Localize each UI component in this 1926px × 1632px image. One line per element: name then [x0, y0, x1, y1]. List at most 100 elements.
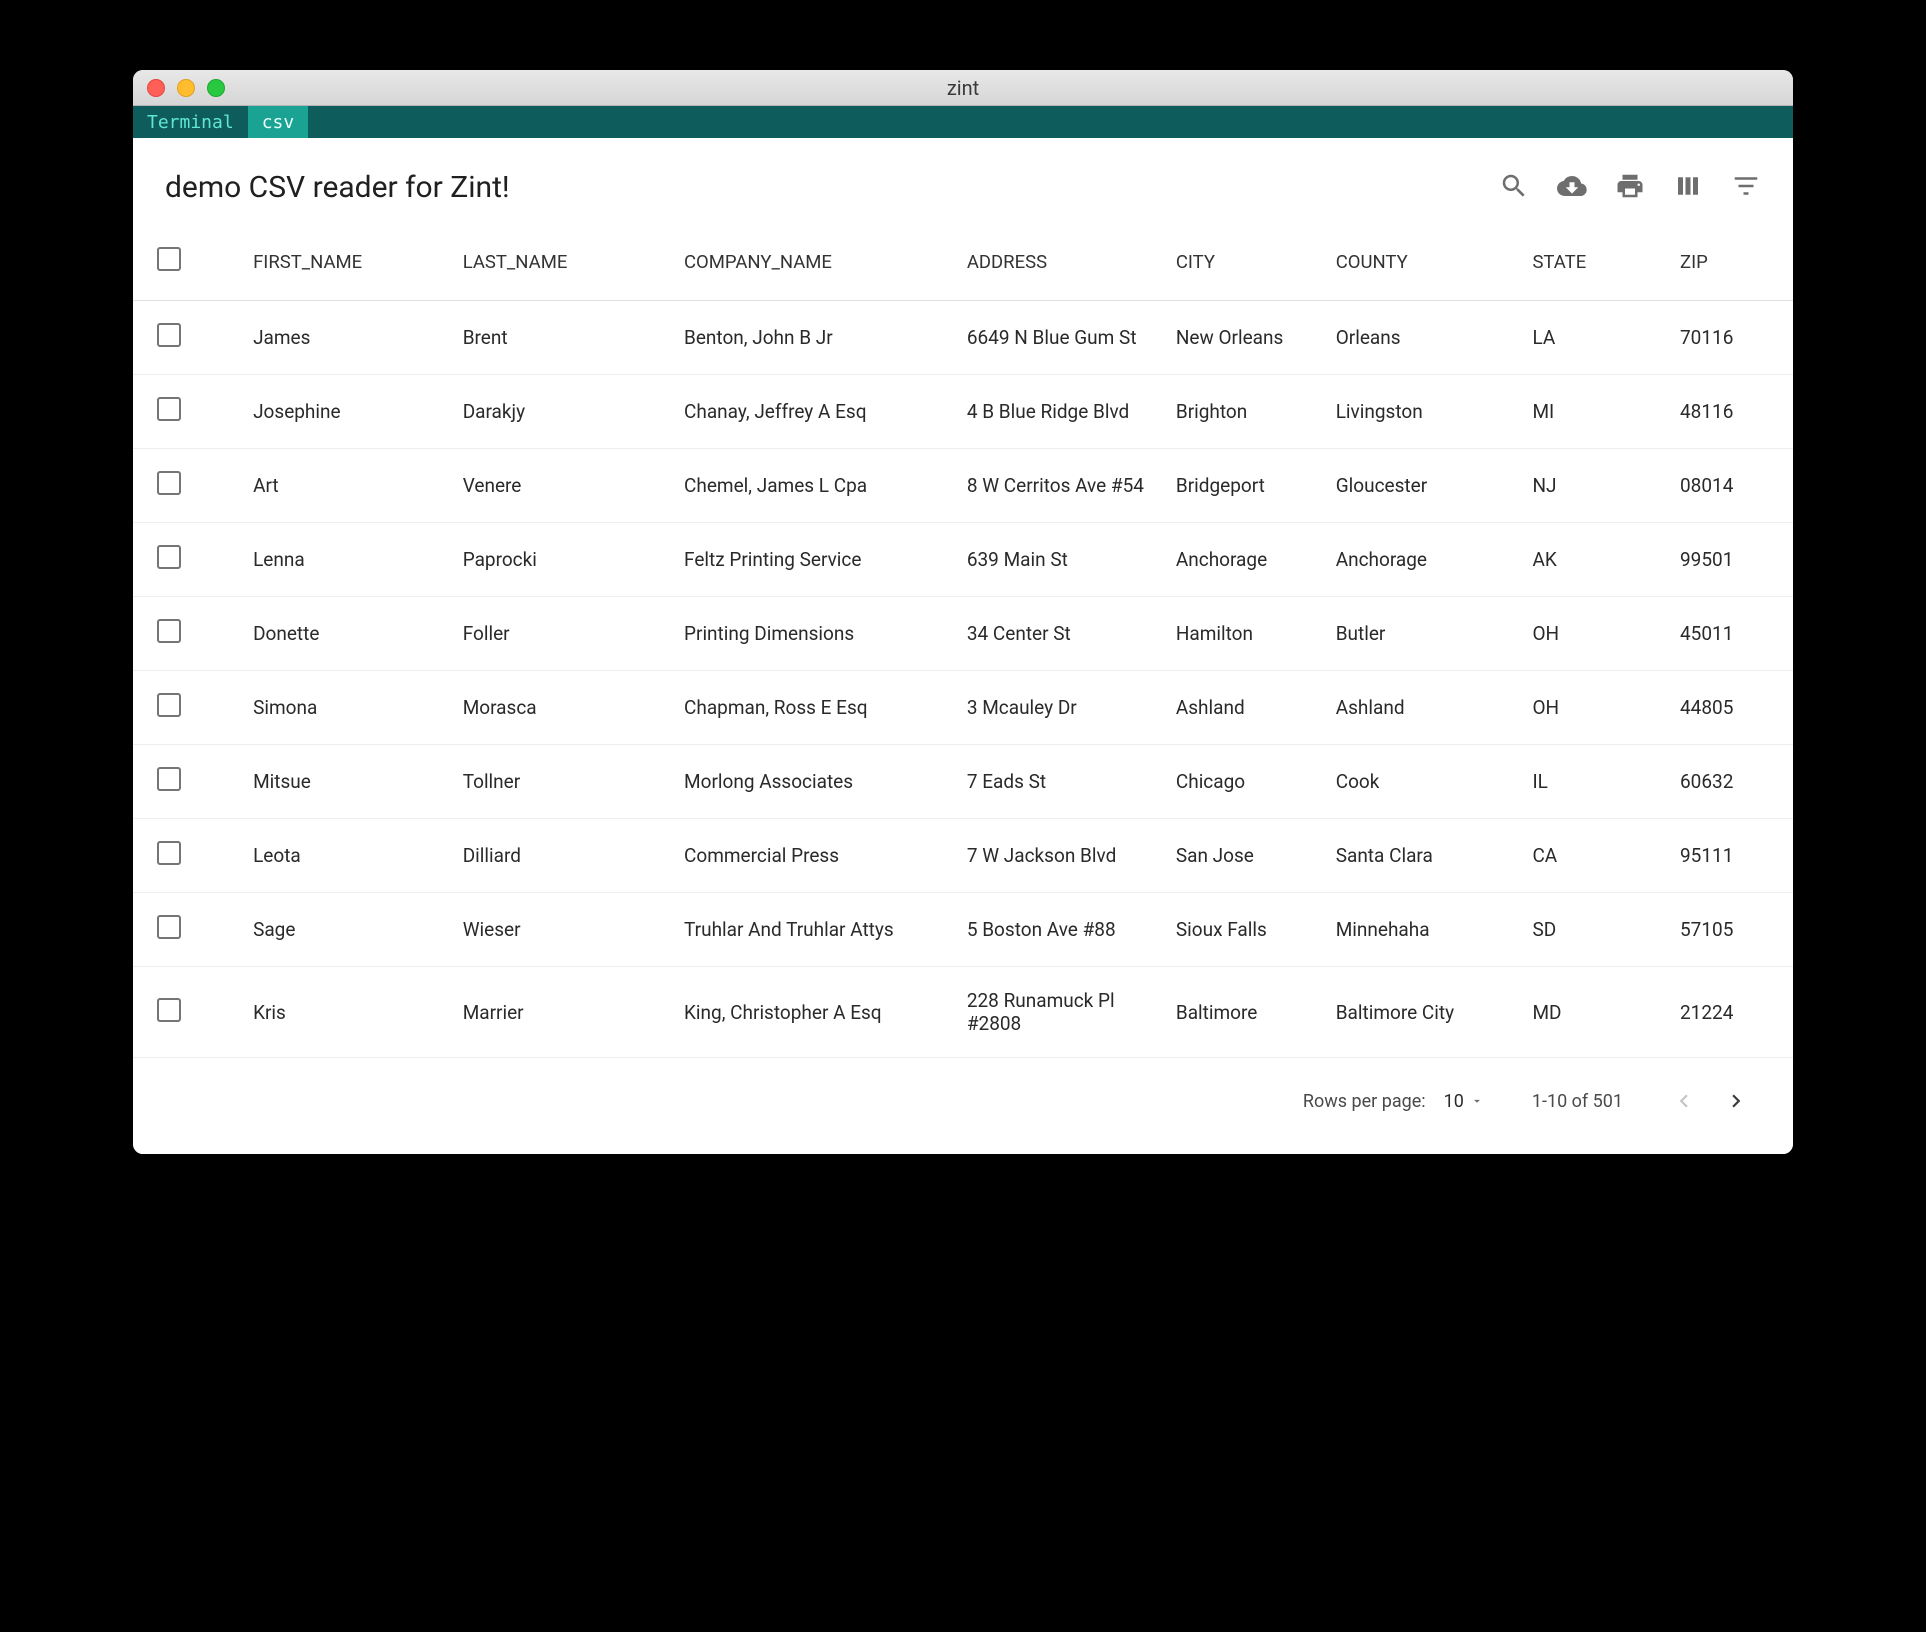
rows-per-page-value: 10: [1444, 1091, 1464, 1112]
cell-state: LA: [1522, 301, 1670, 375]
cell-address: 3 Mcauley Dr: [957, 671, 1166, 745]
cell-first-name: Mitsue: [219, 745, 453, 819]
col-header-zip[interactable]: ZIP: [1670, 229, 1793, 301]
print-icon[interactable]: [1615, 171, 1645, 205]
cell-zip: 99501: [1670, 523, 1793, 597]
cell-company-name: Morlong Associates: [674, 745, 957, 819]
cell-company-name: Commercial Press: [674, 819, 957, 893]
page-title: demo CSV reader for Zint!: [165, 170, 510, 205]
table-row: SageWieserTruhlar And Truhlar Attys5 Bos…: [133, 893, 1793, 967]
toolbar: demo CSV reader for Zint!: [133, 166, 1793, 229]
cell-last-name: Marrier: [453, 967, 674, 1058]
table-row: DonetteFollerPrinting Dimensions34 Cente…: [133, 597, 1793, 671]
cell-zip: 44805: [1670, 671, 1793, 745]
cell-county: Ashland: [1326, 671, 1523, 745]
columns-icon[interactable]: [1673, 171, 1703, 205]
cell-first-name: Donette: [219, 597, 453, 671]
table-row: ArtVenereChemel, James L Cpa8 W Cerritos…: [133, 449, 1793, 523]
col-header-address[interactable]: ADDRESS: [957, 229, 1166, 301]
cell-county: Anchorage: [1326, 523, 1523, 597]
cell-city: Anchorage: [1166, 523, 1326, 597]
cell-zip: 95111: [1670, 819, 1793, 893]
cell-company-name: Benton, John B Jr: [674, 301, 957, 375]
table-row: KrisMarrierKing, Christopher A Esq228 Ru…: [133, 967, 1793, 1058]
cell-last-name: Venere: [453, 449, 674, 523]
cell-city: Chicago: [1166, 745, 1326, 819]
prev-page-button[interactable]: [1671, 1088, 1697, 1114]
table-row: MitsueTollnerMorlong Associates7 Eads St…: [133, 745, 1793, 819]
cell-last-name: Brent: [453, 301, 674, 375]
select-all-checkbox[interactable]: [157, 247, 181, 271]
cell-county: Minnehaha: [1326, 893, 1523, 967]
cell-first-name: James: [219, 301, 453, 375]
cell-county: Gloucester: [1326, 449, 1523, 523]
cell-state: SD: [1522, 893, 1670, 967]
close-window-button[interactable]: [147, 79, 165, 97]
cell-city: San Jose: [1166, 819, 1326, 893]
row-checkbox[interactable]: [157, 619, 181, 643]
cell-city: Brighton: [1166, 375, 1326, 449]
tab-bar: Terminal csv: [133, 106, 1793, 138]
cell-zip: 08014: [1670, 449, 1793, 523]
table-row: JosephineDarakjyChanay, Jeffrey A Esq4 B…: [133, 375, 1793, 449]
cell-county: Baltimore City: [1326, 967, 1523, 1058]
cell-last-name: Tollner: [453, 745, 674, 819]
minimize-window-button[interactable]: [177, 79, 195, 97]
row-checkbox[interactable]: [157, 545, 181, 569]
cell-zip: 45011: [1670, 597, 1793, 671]
cell-zip: 70116: [1670, 301, 1793, 375]
pagination-nav: [1671, 1088, 1749, 1114]
search-icon[interactable]: [1499, 171, 1529, 205]
cell-address: 4 B Blue Ridge Blvd: [957, 375, 1166, 449]
fullscreen-window-button[interactable]: [207, 79, 225, 97]
cell-company-name: Printing Dimensions: [674, 597, 957, 671]
tab-csv[interactable]: csv: [248, 106, 309, 138]
cell-city: Bridgeport: [1166, 449, 1326, 523]
tab-terminal[interactable]: Terminal: [133, 106, 248, 138]
filter-icon[interactable]: [1731, 171, 1761, 205]
table-body: JamesBrentBenton, John B Jr6649 N Blue G…: [133, 301, 1793, 1058]
cell-zip: 48116: [1670, 375, 1793, 449]
row-checkbox[interactable]: [157, 998, 181, 1022]
next-page-button[interactable]: [1723, 1088, 1749, 1114]
cell-company-name: Feltz Printing Service: [674, 523, 957, 597]
row-checkbox[interactable]: [157, 397, 181, 421]
cell-address: 5 Boston Ave #88: [957, 893, 1166, 967]
dropdown-arrow-icon: [1470, 1094, 1484, 1108]
cell-last-name: Dilliard: [453, 819, 674, 893]
cell-county: Cook: [1326, 745, 1523, 819]
rows-per-page: Rows per page: 10: [1303, 1091, 1484, 1112]
cell-county: Butler: [1326, 597, 1523, 671]
col-header-first-name[interactable]: FIRST_NAME: [219, 229, 453, 301]
cell-address: 7 W Jackson Blvd: [957, 819, 1166, 893]
col-header-county[interactable]: COUNTY: [1326, 229, 1523, 301]
cell-first-name: Josephine: [219, 375, 453, 449]
cell-company-name: Chemel, James L Cpa: [674, 449, 957, 523]
col-header-company-name[interactable]: COMPANY_NAME: [674, 229, 957, 301]
cell-state: IL: [1522, 745, 1670, 819]
cell-address: 228 Runamuck Pl #2808: [957, 967, 1166, 1058]
cell-first-name: Art: [219, 449, 453, 523]
cell-city: New Orleans: [1166, 301, 1326, 375]
row-checkbox[interactable]: [157, 693, 181, 717]
row-checkbox[interactable]: [157, 323, 181, 347]
col-header-state[interactable]: STATE: [1522, 229, 1670, 301]
col-header-city[interactable]: CITY: [1166, 229, 1326, 301]
row-checkbox[interactable]: [157, 767, 181, 791]
pagination-range: 1-10 of 501: [1532, 1091, 1623, 1112]
col-header-last-name[interactable]: LAST_NAME: [453, 229, 674, 301]
row-checkbox[interactable]: [157, 471, 181, 495]
rows-per-page-select[interactable]: 10: [1444, 1091, 1484, 1112]
cell-first-name: Leota: [219, 819, 453, 893]
window-title: zint: [133, 76, 1793, 100]
row-checkbox[interactable]: [157, 915, 181, 939]
cell-zip: 57105: [1670, 893, 1793, 967]
table-row: SimonaMorascaChapman, Ross E Esq3 Mcaule…: [133, 671, 1793, 745]
cell-state: OH: [1522, 597, 1670, 671]
cell-address: 639 Main St: [957, 523, 1166, 597]
cell-last-name: Darakjy: [453, 375, 674, 449]
download-cloud-icon[interactable]: [1557, 171, 1587, 205]
cell-zip: 60632: [1670, 745, 1793, 819]
row-checkbox[interactable]: [157, 841, 181, 865]
cell-city: Hamilton: [1166, 597, 1326, 671]
